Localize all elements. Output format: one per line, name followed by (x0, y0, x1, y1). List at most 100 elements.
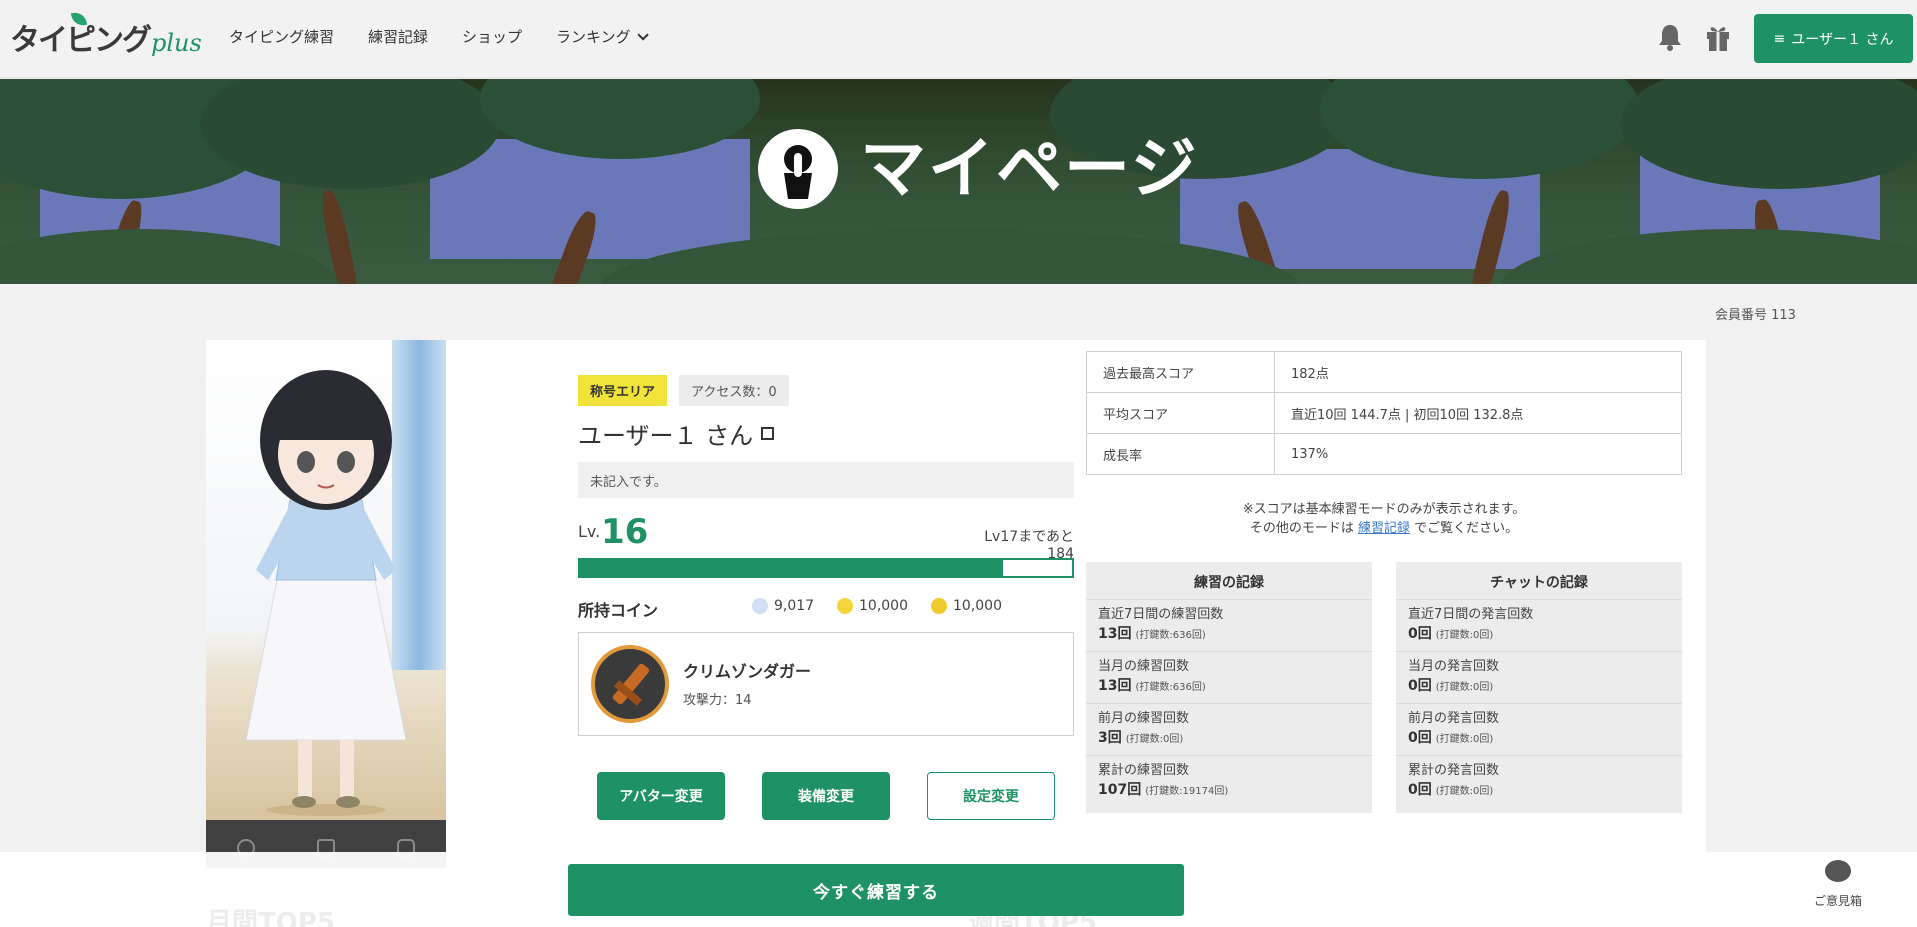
list-item: 前月の発言回数 0回 (打鍵数:0回) (1396, 704, 1682, 756)
record-sub: (打鍵数:0回) (1435, 682, 1494, 693)
record-value: 107回 (1098, 782, 1142, 798)
feedback-label: ご意見箱 (1813, 894, 1862, 908)
coin-blue-value: 9,017 (774, 598, 815, 614)
practice-record-link[interactable]: 練習記録 (1358, 521, 1410, 536)
score-key: 過去最高スコア (1086, 351, 1275, 393)
record-label: 直近7日間の練習回数 (1098, 607, 1224, 622)
level-value: 16 (601, 512, 649, 552)
avatar-room (206, 340, 446, 820)
user-name: ユーザー１ さん (578, 416, 775, 451)
score-note-post: でご覧ください。 (1414, 521, 1519, 536)
list-item: 累計の練習回数 107回 (打鍵数:19174回) (1086, 756, 1372, 808)
record-label: 前月の練習回数 (1098, 711, 1190, 726)
banner-title: マイページ (758, 129, 1199, 209)
external-link-icon[interactable] (761, 427, 775, 440)
coin-gold: 10,000 (837, 598, 908, 614)
score-value: 182点 (1274, 351, 1682, 393)
nav-shop[interactable]: ショップ (462, 26, 522, 47)
list-item: 当月の発言回数 0回 (打鍵数:0回) (1396, 652, 1682, 704)
menu-icon: ≡ (1773, 30, 1786, 47)
practice-now-button[interactable]: 今すぐ練習する (568, 864, 1184, 916)
record-sub: (打鍵数:19174回) (1145, 786, 1229, 797)
record-label: 当月の練習回数 (1098, 659, 1190, 674)
list-item: 当月の練習回数 13回 (打鍵数:636回) (1086, 652, 1372, 704)
chat-record-panel: チャットの記録 直近7日間の発言回数 0回 (打鍵数:0回) 当月の発言回数 0回… (1396, 562, 1682, 813)
record-label: 当月の発言回数 (1408, 659, 1500, 674)
user-menu-button[interactable]: ≡ ユーザー１ さん (1754, 14, 1913, 63)
change-avatar-button[interactable]: アバター変更 (597, 772, 725, 820)
record-sub: (打鍵数:0回) (1435, 630, 1494, 641)
coin-point: 10,000 (931, 598, 1002, 614)
record-value: 13回 (1098, 626, 1132, 642)
feedback-button[interactable]: ご意見箱 (1808, 860, 1868, 909)
member-number: 会員番号 113 (1715, 308, 1796, 323)
score-note-pre: その他のモードは (1249, 521, 1354, 536)
coin-point-value: 10,000 (953, 598, 1002, 614)
avatar-character (245, 370, 407, 816)
table-row: 成長率 137% (1086, 433, 1682, 475)
logo-text: タイピング (10, 23, 152, 58)
record-label: 累計の発言回数 (1408, 763, 1500, 778)
weapon-attack: 攻撃力：14 (683, 693, 752, 708)
bell-icon[interactable] (1656, 22, 1684, 52)
score-table: 過去最高スコア 182点 平均スコア 直近10回 144.7点 | 初回10回 … (1086, 351, 1682, 475)
gold-coin-icon (837, 598, 853, 614)
list-item: 直近7日間の発言回数 0回 (打鍵数:0回) (1396, 600, 1682, 652)
list-item: 直近7日間の練習回数 13回 (打鍵数:636回) (1086, 600, 1372, 652)
change-settings-button[interactable]: 設定変更 (927, 772, 1055, 820)
score-note-line1: ※スコアは基本練習モードのみが表示されます。 (1242, 502, 1526, 517)
level-progress-bar (578, 558, 1074, 578)
chat-record-title: チャットの記録 (1396, 562, 1682, 600)
score-value: 137% (1274, 433, 1682, 475)
record-value: 0回 (1408, 782, 1432, 798)
user-bio: 未記入です。 (578, 462, 1074, 498)
blue-coin-icon (752, 598, 768, 614)
list-item: 前月の練習回数 3回 (打鍵数:0回) (1086, 704, 1372, 756)
page-title: マイページ (860, 130, 1199, 207)
chat-bubble-icon (1825, 860, 1851, 882)
main-nav: タイピング練習 練習記録 ショップ ランキング (229, 26, 649, 47)
score-key: 成長率 (1086, 433, 1275, 475)
level-next: Lv17まであと184 (984, 529, 1074, 562)
nav-practice-record[interactable]: 練習記録 (368, 26, 428, 47)
record-value: 13回 (1098, 678, 1132, 694)
gift-icon[interactable] (1704, 22, 1732, 52)
access-count: アクセス数：0 (679, 375, 789, 406)
user-menu-label: ユーザー１ さん (1791, 31, 1894, 48)
record-sub: (打鍵数:636回) (1135, 630, 1206, 641)
level-prefix: Lv. (578, 522, 601, 541)
record-sub: (打鍵数:636回) (1135, 682, 1206, 693)
change-equipment-button[interactable]: 装備変更 (762, 772, 890, 820)
coin-blue: 9,017 (752, 598, 814, 614)
mypage-banner: マイページ (0, 79, 1917, 284)
user-name-text: ユーザー１ さん (578, 422, 754, 450)
weapon-name: クリムゾンダガー (683, 662, 812, 681)
table-row: 平均スコア 直近10回 144.7点 | 初回10回 132.8点 (1086, 392, 1682, 434)
record-sub: (打鍵数:0回) (1435, 734, 1494, 745)
equipped-weapon: クリムゾンダガー 攻撃力：14 (578, 632, 1074, 736)
practice-record-panel: 練習の記録 直近7日間の練習回数 13回 (打鍵数:636回) 当月の練習回数 1… (1086, 562, 1372, 813)
avatar-panel (206, 340, 446, 868)
coin-gold-value: 10,000 (859, 598, 908, 614)
nav-ranking[interactable]: ランキング (556, 26, 649, 47)
record-label: 直近7日間の発言回数 (1408, 607, 1534, 622)
nav-typing-practice[interactable]: タイピング練習 (229, 26, 334, 47)
title-badge: 称号エリア (578, 375, 668, 406)
record-sub: (打鍵数:0回) (1435, 786, 1494, 797)
score-value: 直近10回 144.7点 | 初回10回 132.8点 (1274, 392, 1682, 434)
level-progress-fill (580, 560, 1004, 576)
record-value: 3回 (1098, 730, 1122, 746)
site-logo[interactable]: タイピング plus (10, 10, 202, 62)
record-value: 0回 (1408, 730, 1432, 746)
logo-plus: plus (151, 29, 202, 57)
record-sub: (打鍵数:0回) (1125, 734, 1184, 745)
record-value: 0回 (1408, 678, 1432, 694)
practice-record-title: 練習の記録 (1086, 562, 1372, 600)
coins-label: 所持コイン (578, 601, 659, 620)
nav-ranking-label: ランキング (556, 28, 631, 46)
chevron-down-icon (637, 28, 649, 41)
score-key: 平均スコア (1086, 392, 1275, 434)
monthly-top5-heading: 月間TOP5 (206, 908, 335, 927)
dagger-icon (591, 645, 669, 723)
site-header: タイピング plus タイピング練習 練習記録 ショップ ランキング ≡ ユーザ… (0, 0, 1917, 78)
